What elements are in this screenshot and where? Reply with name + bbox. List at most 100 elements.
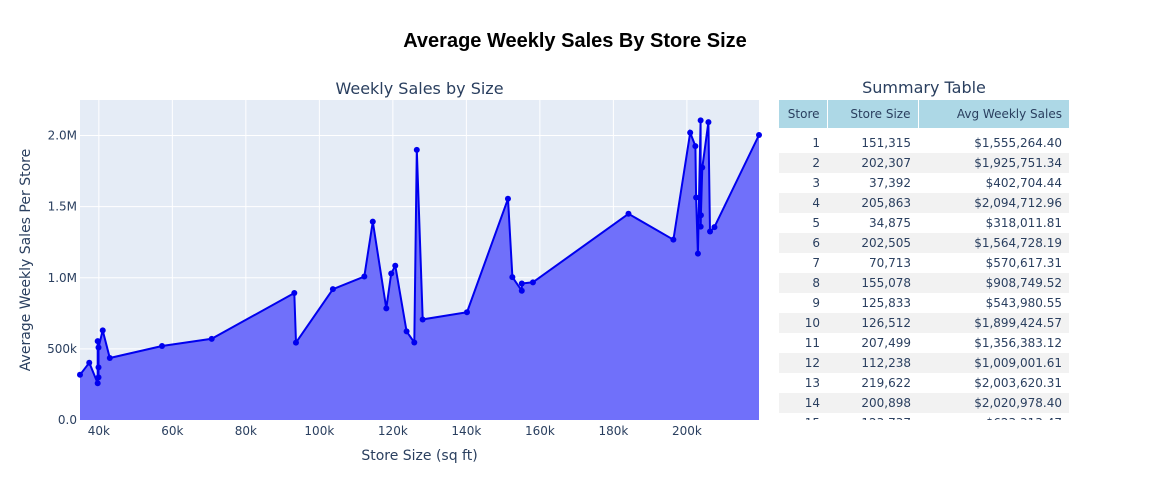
data-point xyxy=(291,289,298,296)
table-row: 2 202,307 $1,925,751.34 xyxy=(779,153,1069,173)
cell-avg-weekly-sales: $570,617.31 xyxy=(918,253,1069,273)
cell-store-size: 155,078 xyxy=(827,273,918,293)
x-axis-title: Store Size (sq ft) xyxy=(361,448,477,464)
column-header-avg-weekly-sales: Avg Weekly Sales xyxy=(918,100,1069,128)
data-point xyxy=(670,236,677,243)
cell-store-size: 207,499 xyxy=(827,333,918,353)
data-point xyxy=(292,339,299,346)
cell-avg-weekly-sales: $1,356,383.12 xyxy=(918,333,1069,353)
cell-store: 12 xyxy=(779,353,827,373)
x-tick-label: 80k xyxy=(235,424,257,438)
y-tick-label: 2.0M xyxy=(48,129,77,143)
data-point xyxy=(329,286,336,293)
cell-store: 5 xyxy=(779,213,827,233)
table-row: 3 37,392 $402,704.44 xyxy=(779,173,1069,193)
cell-avg-weekly-sales: $1,009,001.61 xyxy=(918,353,1069,373)
data-point xyxy=(388,270,395,277)
data-point xyxy=(697,117,704,124)
cell-store: 6 xyxy=(779,233,827,253)
cell-store: 4 xyxy=(779,193,827,213)
data-point xyxy=(463,309,470,316)
table-row: 10 126,512 $1,899,424.57 xyxy=(779,313,1069,333)
y-tick-label: 0.0 xyxy=(58,413,77,427)
data-point xyxy=(697,223,704,230)
cell-store: 9 xyxy=(779,293,827,313)
cell-store: 13 xyxy=(779,373,827,393)
x-tick-label: 200k xyxy=(672,424,702,438)
data-point xyxy=(697,212,704,219)
cell-store-size: 202,307 xyxy=(827,153,918,173)
data-point xyxy=(392,262,399,269)
cell-store: 3 xyxy=(779,173,827,193)
x-tick-label: 100k xyxy=(304,424,334,438)
data-point xyxy=(77,371,83,378)
table-row: 15123,737$623,313.47 xyxy=(779,413,1069,420)
x-tick-label: 140k xyxy=(451,424,481,438)
cell-store-size: 112,238 xyxy=(827,353,918,373)
data-point xyxy=(99,327,106,334)
x-tick-label: 160k xyxy=(525,424,555,438)
cell-avg-weekly-sales: $1,925,751.34 xyxy=(918,153,1069,173)
table-row: 11 207,499 $1,356,383.12 xyxy=(779,333,1069,353)
data-point xyxy=(756,132,762,139)
y-tick-label: 1.0M xyxy=(48,271,77,285)
cell-avg-weekly-sales: $402,704.44 xyxy=(918,173,1069,193)
data-point xyxy=(411,339,418,346)
y-tick-label: 1.5M xyxy=(48,200,77,214)
data-point xyxy=(509,274,516,281)
data-point xyxy=(369,218,376,225)
cell-store-size: 126,512 xyxy=(827,313,918,333)
summary-table[interactable]: Store Store Size Avg Weekly Sales 1 151,3… xyxy=(779,100,1069,420)
column-header-store: Store xyxy=(779,100,828,128)
cell-store: 2 xyxy=(779,153,827,173)
x-tick-label: 120k xyxy=(378,424,408,438)
data-point xyxy=(694,250,701,257)
data-point xyxy=(361,273,368,280)
cell-avg-weekly-sales: $1,899,424.57 xyxy=(918,313,1069,333)
cell-store-size: 70,713 xyxy=(827,253,918,273)
table-row: 6 202,505 $1,564,728.19 xyxy=(779,233,1069,253)
table-row: 1 151,315 $1,555,264.40 xyxy=(779,133,1069,153)
data-point xyxy=(86,359,93,366)
cell-avg-weekly-sales: $2,020,978.40 xyxy=(918,393,1069,413)
cell-store: 11 xyxy=(779,333,827,353)
data-point xyxy=(711,224,718,231)
cell-avg-weekly-sales: $908,749.52 xyxy=(918,273,1069,293)
x-axis-ticks: 40k 60k 80k 100k 120k 140k 160k 180k 200k xyxy=(88,424,702,438)
x-tick-label: 180k xyxy=(598,424,628,438)
cell-avg-weekly-sales: $2,003,620.31 xyxy=(918,373,1069,393)
data-point xyxy=(419,316,426,323)
cell-avg-weekly-sales: $1,564,728.19 xyxy=(918,233,1069,253)
x-tick-label: 40k xyxy=(88,424,110,438)
cell-avg-weekly-sales: $623,313.47 xyxy=(918,413,1069,420)
table-row: 13 219,622 $2,003,620.31 xyxy=(779,373,1069,393)
data-point xyxy=(687,129,694,136)
cell-store-size: 37,392 xyxy=(827,173,918,193)
cell-avg-weekly-sales: $1,555,264.40 xyxy=(918,133,1069,153)
data-point xyxy=(106,354,113,361)
chart-title: Weekly Sales by Size xyxy=(335,79,503,98)
data-point xyxy=(413,146,420,153)
cell-store: 7 xyxy=(779,253,827,273)
data-point xyxy=(705,119,712,126)
cell-store-size: 125,833 xyxy=(827,293,918,313)
cell-store: 1 xyxy=(779,133,827,153)
cell-avg-weekly-sales: $543,980.55 xyxy=(918,293,1069,313)
y-axis-title: Average Weekly Sales Per Store xyxy=(18,149,34,371)
data-point xyxy=(95,374,102,381)
data-point xyxy=(693,194,700,201)
data-point xyxy=(529,279,536,286)
line-chart: 40k 60k 80k 100k 120k 140k 160k 180k 200k 0.0 500… xyxy=(18,79,762,464)
y-tick-label: 500k xyxy=(47,342,77,356)
cell-store-size: 219,622 xyxy=(827,373,918,393)
data-point xyxy=(403,328,410,335)
cell-store-size: 205,863 xyxy=(827,193,918,213)
cell-store-size: 202,505 xyxy=(827,233,918,253)
data-point xyxy=(208,335,215,342)
table-row: 4 205,863 $2,094,712.96 xyxy=(779,193,1069,213)
data-point xyxy=(159,343,166,350)
x-tick-label: 60k xyxy=(161,424,183,438)
data-point xyxy=(518,280,525,287)
data-point xyxy=(707,228,714,235)
data-point xyxy=(625,210,632,217)
